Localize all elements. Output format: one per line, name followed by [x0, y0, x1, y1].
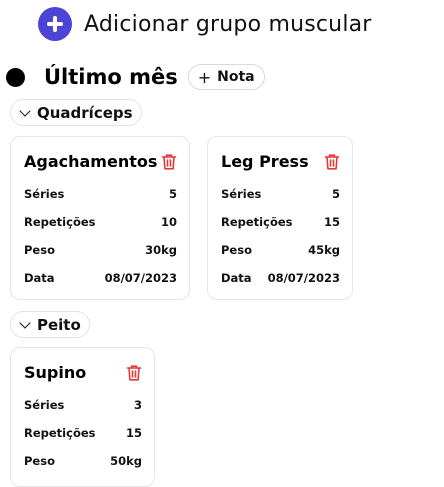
chevron-down-icon [19, 316, 31, 329]
add-muscle-group-label: Adicionar grupo muscular [84, 11, 372, 37]
group-toggle-quadriceps[interactable]: Quadríceps [10, 99, 142, 126]
add-note-label: Nota [217, 69, 255, 85]
exercise-name: Supino [24, 363, 87, 382]
group-toggle-peito[interactable]: Peito [10, 311, 90, 338]
stat-label: Data [221, 271, 252, 285]
group-name: Peito [37, 315, 81, 334]
trash-icon[interactable] [161, 153, 177, 171]
group-name: Quadríceps [37, 103, 133, 122]
stat-value: 30kg [145, 243, 177, 257]
trash-icon[interactable] [126, 364, 142, 382]
stat-label: Repetições [24, 426, 96, 440]
stat-row: Repetições 15 [24, 426, 142, 440]
month-section-header: Último mês + Nota [6, 64, 265, 90]
stat-row: Data 08/07/2023 [221, 271, 340, 285]
stat-value: 5 [331, 187, 340, 201]
plus-icon: + [197, 67, 212, 87]
stat-value: 3 [133, 398, 142, 412]
exercise-card-agachamentos: Agachamentos Séries 5 Repetições 10 Peso… [10, 136, 190, 300]
stat-row: Repetições 15 [221, 215, 340, 229]
plus-circle-icon [38, 7, 72, 41]
exercise-name: Leg Press [221, 152, 309, 171]
month-title: Último mês [44, 65, 178, 89]
stat-value: 10 [160, 215, 177, 229]
stat-label: Peso [24, 243, 55, 257]
stat-row: Repetições 10 [24, 215, 177, 229]
stat-label: Repetições [24, 215, 96, 229]
stat-value: 15 [323, 215, 340, 229]
stat-row: Peso 45kg [221, 243, 340, 257]
stat-label: Séries [221, 187, 262, 201]
exercise-card-supino: Supino Séries 3 Repetições 15 Peso 50kg [10, 347, 155, 487]
stat-label: Séries [24, 187, 65, 201]
chevron-down-icon [19, 104, 31, 117]
stat-label: Peso [221, 243, 252, 257]
stat-label: Repetições [221, 215, 293, 229]
stat-value: 45kg [308, 243, 340, 257]
bullet-icon [6, 67, 25, 87]
add-note-button[interactable]: + Nota [187, 64, 265, 90]
stat-label: Séries [24, 398, 65, 412]
stat-row: Data 08/07/2023 [24, 271, 177, 285]
stat-value: 08/07/2023 [104, 271, 177, 285]
stat-row: Peso 30kg [24, 243, 177, 257]
stat-value: 5 [168, 187, 177, 201]
stat-label: Data [24, 271, 55, 285]
stat-row: Séries 3 [24, 398, 142, 412]
exercise-name: Agachamentos [24, 152, 158, 171]
trash-icon[interactable] [324, 153, 340, 171]
stat-value: 08/07/2023 [267, 271, 340, 285]
stat-row: Séries 5 [24, 187, 177, 201]
exercise-card-leg-press: Leg Press Séries 5 Repetições 15 Peso 45… [207, 136, 353, 300]
add-muscle-group-button[interactable]: Adicionar grupo muscular [38, 7, 372, 41]
stat-value: 15 [125, 426, 142, 440]
stat-row: Séries 5 [221, 187, 340, 201]
